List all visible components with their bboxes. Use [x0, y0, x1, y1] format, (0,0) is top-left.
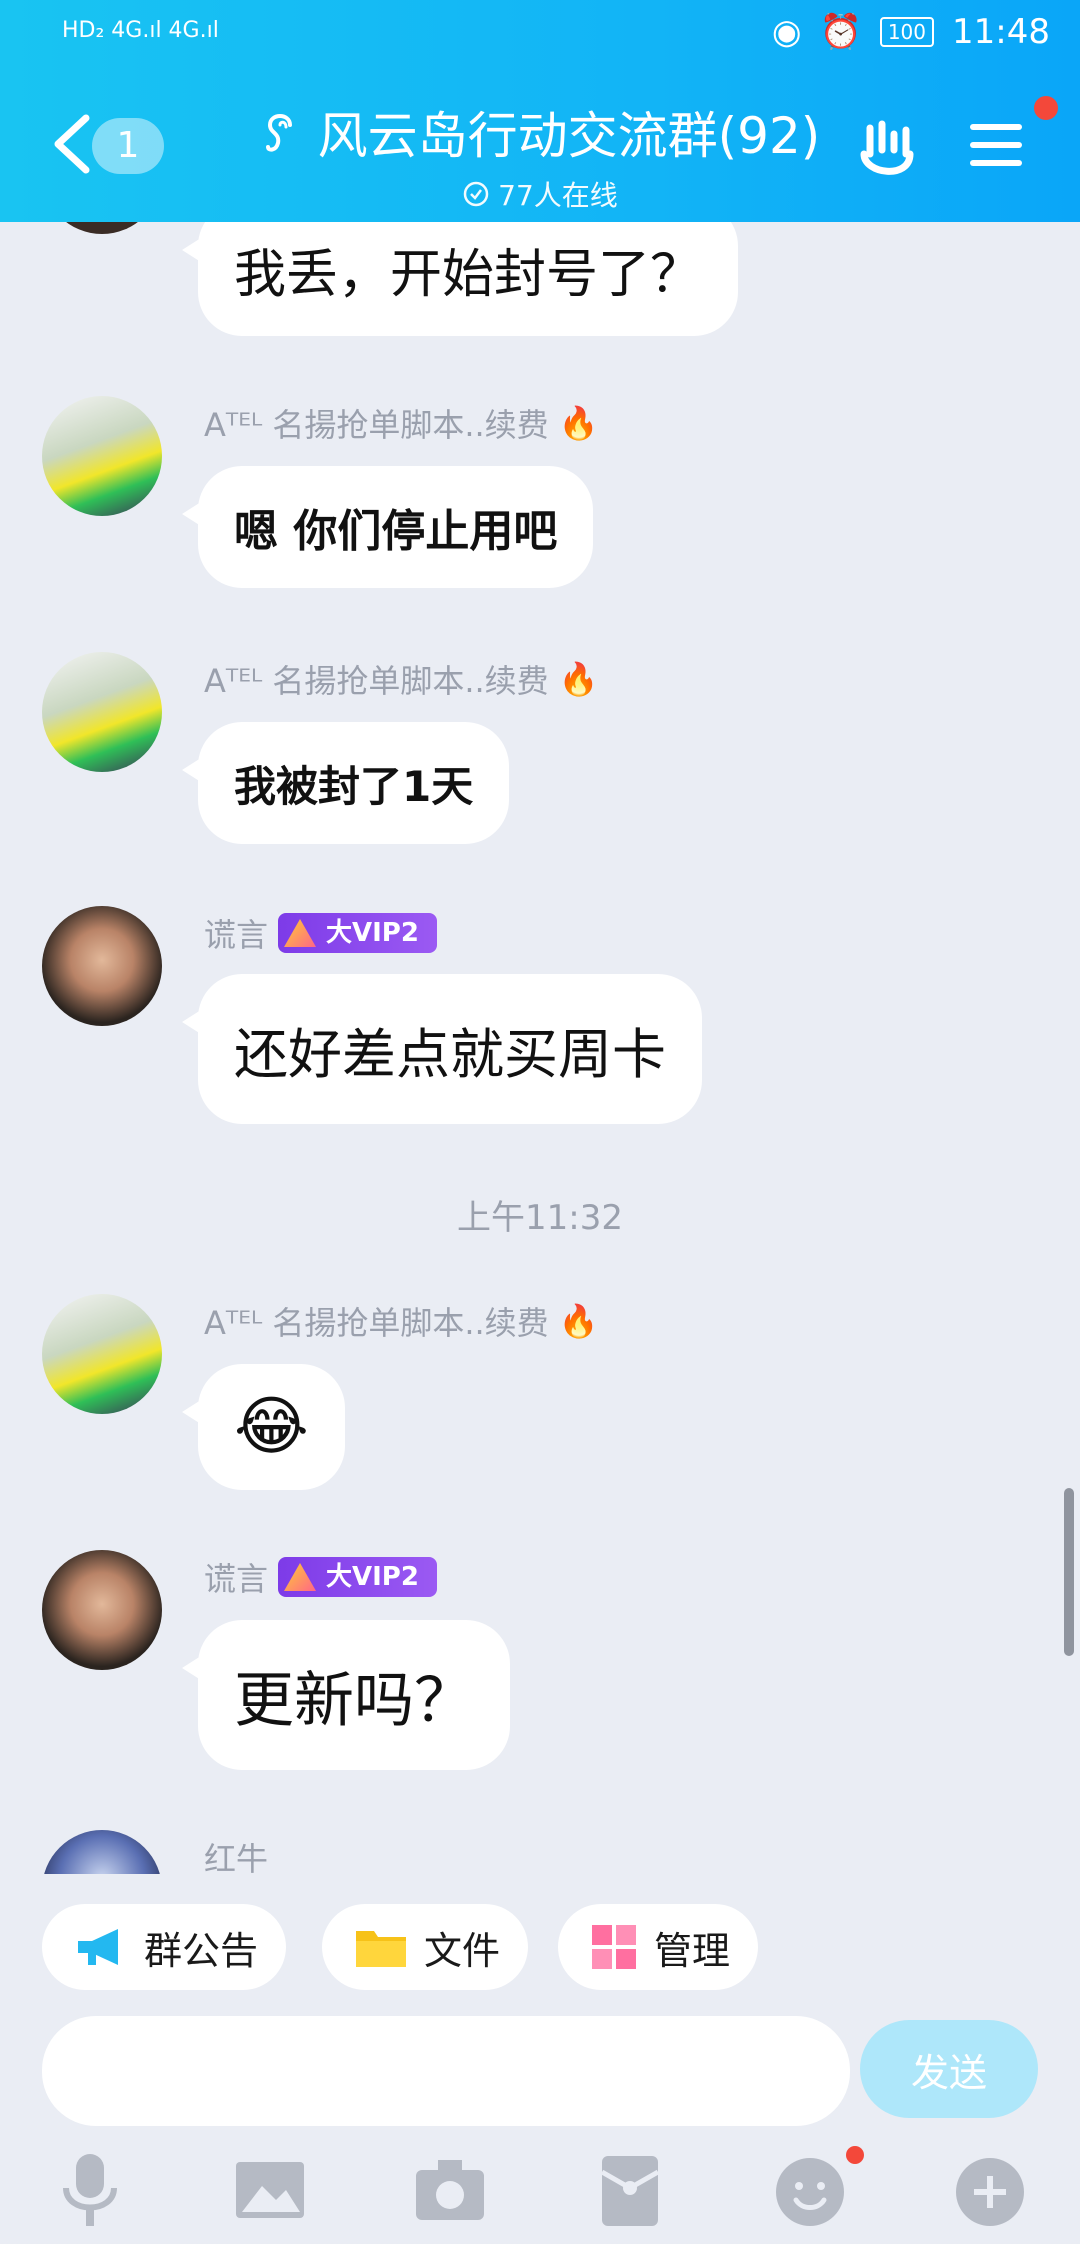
avatar[interactable]	[42, 1550, 162, 1670]
fire-icon: 🔥	[558, 660, 599, 698]
avatar[interactable]	[42, 1294, 162, 1414]
plus-icon[interactable]	[942, 2142, 1038, 2238]
message-text: 还好差点就买周卡	[234, 1022, 666, 1086]
sender-name[interactable]: 谎言	[204, 910, 268, 956]
network-indicators: HD₂ 4G.ıl 4G.ıl	[62, 18, 219, 43]
online-count: 77人在线	[498, 179, 618, 212]
emoji-icon[interactable]	[762, 2142, 858, 2238]
message-bubble[interactable]: 嗯 你们停止用吧	[181, 466, 594, 588]
files-label: 文件	[424, 1928, 501, 1973]
message-bubble[interactable]: 更新吗？	[182, 1620, 510, 1770]
grid-icon	[592, 1925, 636, 1969]
microphone-icon[interactable]	[42, 2142, 138, 2238]
message-text: 嗯 你们停止用吧	[234, 506, 558, 557]
send-label: 发送	[910, 2050, 987, 2095]
input-tools	[0, 2142, 1080, 2242]
message-bubble[interactable]: 我被封了1天	[181, 722, 510, 844]
camera-icon[interactable]	[402, 2142, 498, 2238]
message-timestamp: 上午11:32	[457, 1198, 623, 1238]
fire-icon: 🔥	[558, 404, 599, 442]
group-title: 风云岛行动交流群(92)	[317, 107, 821, 165]
message-text: 我被封了1天	[234, 761, 474, 811]
ear-icon	[265, 114, 292, 152]
chat-header: HD₂ 4G.ıl 4G.ıl ◉ ⏰ 100 11:48 1 风云岛行动交流群…	[0, 0, 1080, 222]
avatar[interactable]	[42, 396, 162, 516]
message-input[interactable]	[42, 2016, 850, 2126]
folder-icon	[356, 1931, 406, 1967]
sender-name[interactable]: Aᵀᴱᴸ 名揚抢单脚本..续费	[204, 400, 549, 446]
clock: 11:48	[952, 12, 1050, 52]
announcement-label: 群公告	[144, 1928, 259, 1973]
message-bubble[interactable]: 还好差点就买周卡	[182, 974, 702, 1124]
red-envelope-icon[interactable]	[582, 2142, 678, 2238]
check-circle-icon	[463, 181, 489, 207]
status-bar: HD₂ 4G.ıl 4G.ıl ◉ ⏰ 100 11:48	[0, 0, 1080, 72]
notification-dot	[1034, 96, 1058, 120]
vip-badge: 大VIP2	[278, 913, 437, 953]
announcement-button[interactable]: 群公告	[42, 1904, 287, 1990]
menu-icon[interactable]	[968, 120, 1024, 170]
sender-name[interactable]: Aᵀᴱᴸ 名揚抢单脚本..续费	[204, 1298, 549, 1344]
image-icon[interactable]	[222, 2142, 318, 2238]
message-bubble[interactable]: 😂	[182, 1364, 345, 1490]
message-text: 我丢，开始封号了？	[234, 244, 703, 305]
megaphone-icon	[78, 1929, 118, 1965]
scrollbar[interactable]	[1064, 1488, 1074, 1656]
message-text: 更新吗？	[234, 1665, 474, 1736]
avatar[interactable]	[42, 652, 162, 772]
send-button[interactable]: 发送	[860, 2020, 1038, 2118]
hand-gesture-icon[interactable]	[852, 114, 922, 184]
sender-name[interactable]: 谎言	[204, 1554, 268, 1600]
emoji-message: 😂	[234, 1390, 309, 1464]
vip-badge: 大VIP2	[278, 1557, 437, 1597]
manage-label: 管理	[654, 1928, 731, 1973]
battery-indicator: 100	[879, 17, 935, 47]
notification-dot	[846, 2146, 864, 2164]
files-button[interactable]: 文件	[322, 1904, 529, 1990]
manage-button[interactable]: 管理	[558, 1904, 759, 1990]
bottom-panel: 群公告 文件 管理 发送	[0, 1874, 1080, 2244]
sender-name[interactable]: Aᵀᴱᴸ 名揚抢单脚本..续费	[204, 656, 549, 702]
fire-icon: 🔥	[558, 1302, 599, 1340]
alarm-icon: ⏰	[819, 12, 862, 52]
eye-icon: ◉	[771, 12, 802, 52]
avatar[interactable]	[42, 906, 162, 1026]
message-bubble[interactable]: 我丢，开始封号了？	[181, 202, 739, 336]
